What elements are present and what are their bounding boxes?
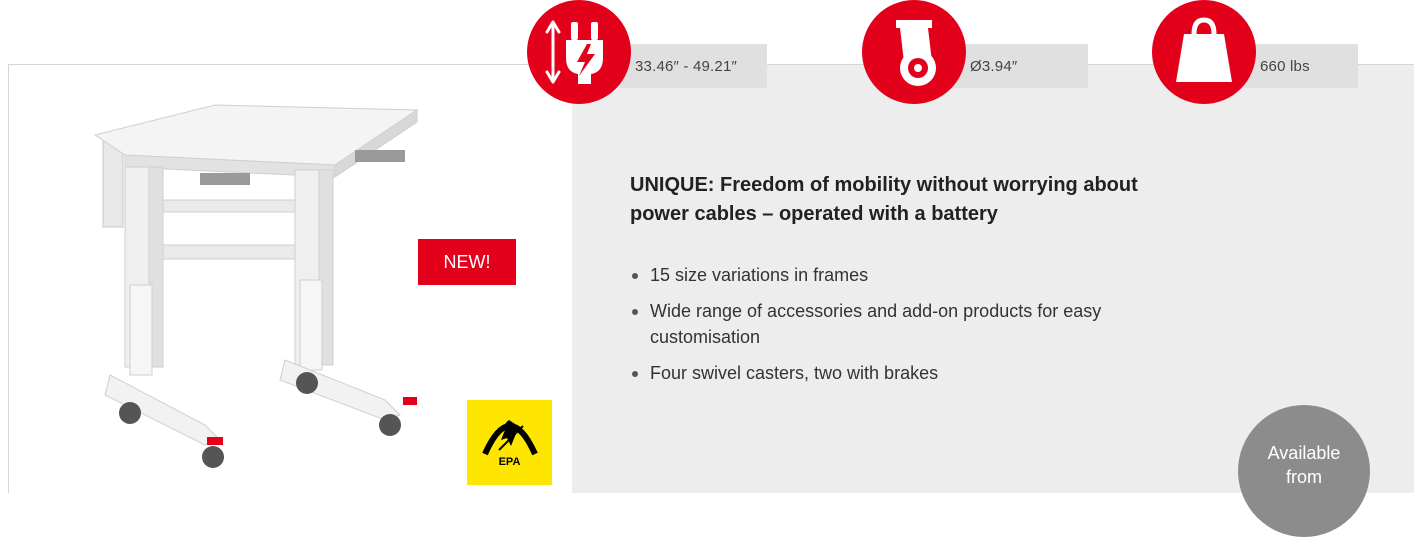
availability-badge: Available from xyxy=(1238,405,1370,537)
spec-weight-text: 660 lbs xyxy=(1260,57,1310,75)
feature-item: Wide range of accessories and add-on pro… xyxy=(630,298,1150,350)
product-headline: UNIQUE: Freedom of mobility without worr… xyxy=(630,174,1138,225)
epa-label: EPA xyxy=(498,456,521,468)
caster-wheel-icon xyxy=(862,0,966,104)
esd-warning-icon xyxy=(481,420,538,456)
epa-badge: EPA xyxy=(467,400,552,485)
feature-list: 15 size variations in frames Wide range … xyxy=(630,262,1150,396)
spec-caster-text: Ø3.94″ xyxy=(970,57,1018,75)
weight-icon xyxy=(1152,0,1256,104)
availability-line2: from xyxy=(1286,467,1322,487)
feature-item: Four swivel casters, two with brakes xyxy=(630,360,1150,386)
availability-line1: Available xyxy=(1267,443,1341,463)
spec-height-text: 33.46″ - 49.21″ xyxy=(635,57,738,75)
height-power-icon xyxy=(527,0,631,104)
workbench-image xyxy=(93,104,419,468)
feature-item: 15 size variations in frames xyxy=(630,262,1150,288)
new-badge: NEW! xyxy=(418,239,516,285)
